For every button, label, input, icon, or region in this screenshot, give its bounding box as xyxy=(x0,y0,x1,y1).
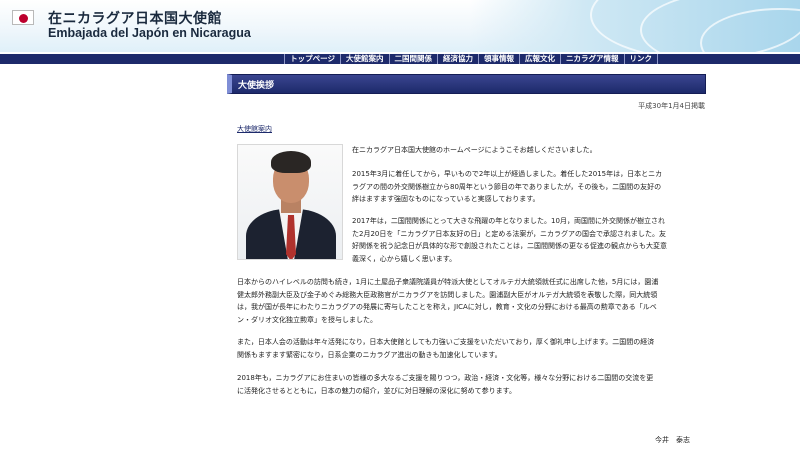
japan-flag-icon xyxy=(12,10,34,25)
ambassador-photo xyxy=(237,144,343,260)
nav-item-links[interactable]: リンク xyxy=(623,54,658,64)
embassy-guide-link[interactable]: 大使館案内 xyxy=(237,124,272,134)
publish-date: 平成30年1月4日掲載 xyxy=(638,102,705,110)
ambassador-signature: 今井 泰志 xyxy=(655,436,690,444)
section-header-bar: 大使挨拶 xyxy=(227,74,706,94)
site-title-spanish: Embajada del Japón en Nicaragua xyxy=(48,26,251,40)
site-header: 在ニカラグア日本国大使館 Embajada del Japón en Nicar… xyxy=(0,0,800,52)
greeting-paragraph-1: 在ニカラグア日本国大使館のホームページにようこそお越しくださいました。 xyxy=(352,146,597,154)
nav-item-economic-cooperation[interactable]: 経済協力 xyxy=(437,54,478,64)
greeting-paragraph-2: 2015年3月に着任してから，早いもので2年以上が経過しました。着任した2015… xyxy=(352,170,663,203)
header-decoration xyxy=(470,0,800,52)
nav-item-embassy-guide[interactable]: 大使館案内 xyxy=(340,54,389,64)
main-navigation: トップページ 大使館案内 二国間関係 経済協力 領事情報 広報文化 ニカラグア情… xyxy=(0,54,800,64)
nav-item-top-page[interactable]: トップページ xyxy=(284,54,340,64)
nav-item-nicaragua-info[interactable]: ニカラグア情報 xyxy=(560,54,624,64)
greeting-paragraph-6: 2018年も，ニカラグアにお住まいの皆様の多大なるご支援を賜りつつ，政治・経済・… xyxy=(237,374,654,395)
section-title: 大使挨拶 xyxy=(238,81,275,91)
site-title-japanese[interactable]: 在ニカラグア日本国大使館 xyxy=(48,8,222,28)
greeting-paragraph-5: また，日本人会の活動は年々活発になり，日本大使館としても力強いご支援をいただいて… xyxy=(237,338,655,359)
nav-item-public-culture[interactable]: 広報文化 xyxy=(519,54,560,64)
greeting-paragraph-4: 日本からのハイレベルの訪問も続き，1月に土屋品子衆議院議員が特派大使としてオルテ… xyxy=(237,278,659,324)
nav-item-bilateral-relations[interactable]: 二国間関係 xyxy=(388,54,438,64)
nav-item-consular-info[interactable]: 領事情報 xyxy=(478,54,519,64)
greeting-paragraph-3: 2017年は，二国間関係にとって大きな飛躍の年となりました。10月，両国間に外交… xyxy=(352,217,667,263)
